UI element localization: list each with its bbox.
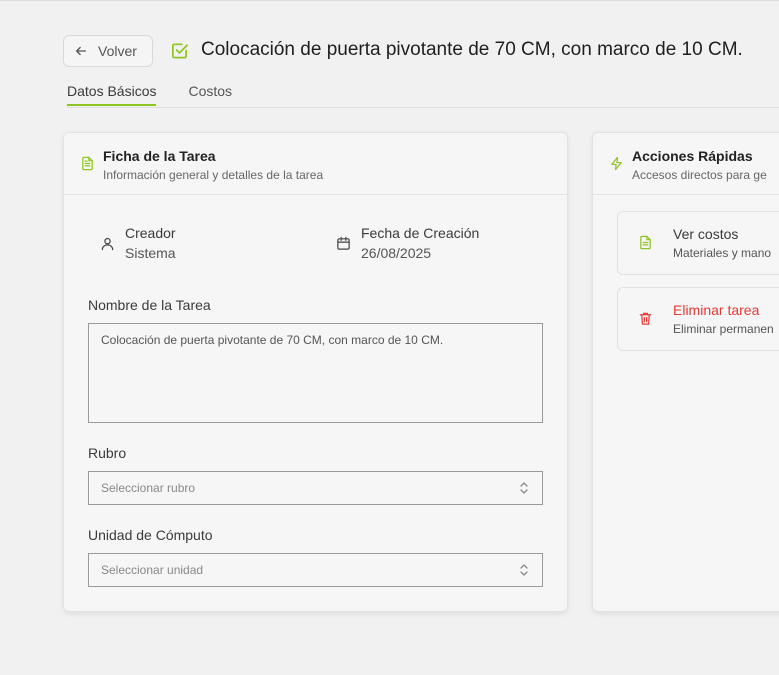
rubro-select[interactable]: Seleccionar rubro [88,471,543,505]
quick-actions-header: Acciones Rápidas Accesos directos para g… [593,133,779,195]
creation-date-info: Fecha de Creación 26/08/2025 [336,225,479,261]
rubro-label: Rubro [88,445,127,461]
file-text-icon [82,156,93,171]
view-costs-title: Ver costos [673,226,739,242]
quick-actions-card: Acciones Rápidas Accesos directos para g… [592,132,779,612]
task-card-subtitle: Información general y detalles de la tar… [103,168,324,182]
file-text-icon [640,235,651,250]
trash-icon [639,312,652,325]
task-name-label: Nombre de la Tarea [88,297,211,313]
chevrons-up-down-icon [520,482,528,494]
task-name-input[interactable]: Colocación de puerta pivotante de 70 CM,… [88,323,543,423]
rubro-select-placeholder: Seleccionar rubro [101,481,196,495]
delete-task-title: Eliminar tarea [673,302,760,318]
creator-info: Creador Sistema [100,225,176,261]
tab-bar: Datos Básicos Costos [67,83,232,106]
task-card-title: Ficha de la Tarea [103,148,216,164]
creation-date-value: 26/08/2025 [361,245,432,261]
unit-select-placeholder: Seleccionar unidad [101,563,204,577]
tabs-divider [67,107,779,108]
top-divider [0,0,779,1]
view-costs-action[interactable]: Ver costos Materiales y mano [617,211,779,275]
delete-task-action[interactable]: Eliminar tarea Eliminar permanen [617,287,779,351]
calendar-icon [337,236,350,250]
zap-icon [611,156,622,171]
user-icon [101,237,114,251]
view-costs-subtitle: Materiales y mano [673,246,772,260]
creator-value: Sistema [125,245,176,261]
chevrons-up-down-icon [520,564,528,576]
task-card-header: Ficha de la Tarea Información general y … [64,133,567,195]
quick-actions-subtitle: Accesos directos para ge [632,168,767,182]
arrow-left-icon [75,46,87,56]
back-button[interactable]: Volver [63,35,153,67]
tab-costos[interactable]: Costos [188,83,232,106]
unit-label: Unidad de Cómputo [88,527,213,543]
tab-datos-basicos[interactable]: Datos Básicos [67,83,157,106]
page-title: Colocación de puerta pivotante de 70 CM,… [201,39,743,60]
unit-select[interactable]: Seleccionar unidad [88,553,543,587]
check-square-icon [171,42,188,58]
creation-date-label: Fecha de Creación [361,225,480,241]
page-header: Colocación de puerta pivotante de 70 CM,… [170,39,743,61]
delete-task-subtitle: Eliminar permanen [673,322,774,336]
quick-actions-title: Acciones Rápidas [632,148,753,164]
task-card: Ficha de la Tarea Información general y … [63,132,568,612]
creator-label: Creador [125,225,176,241]
back-button-label: Volver [98,43,137,59]
